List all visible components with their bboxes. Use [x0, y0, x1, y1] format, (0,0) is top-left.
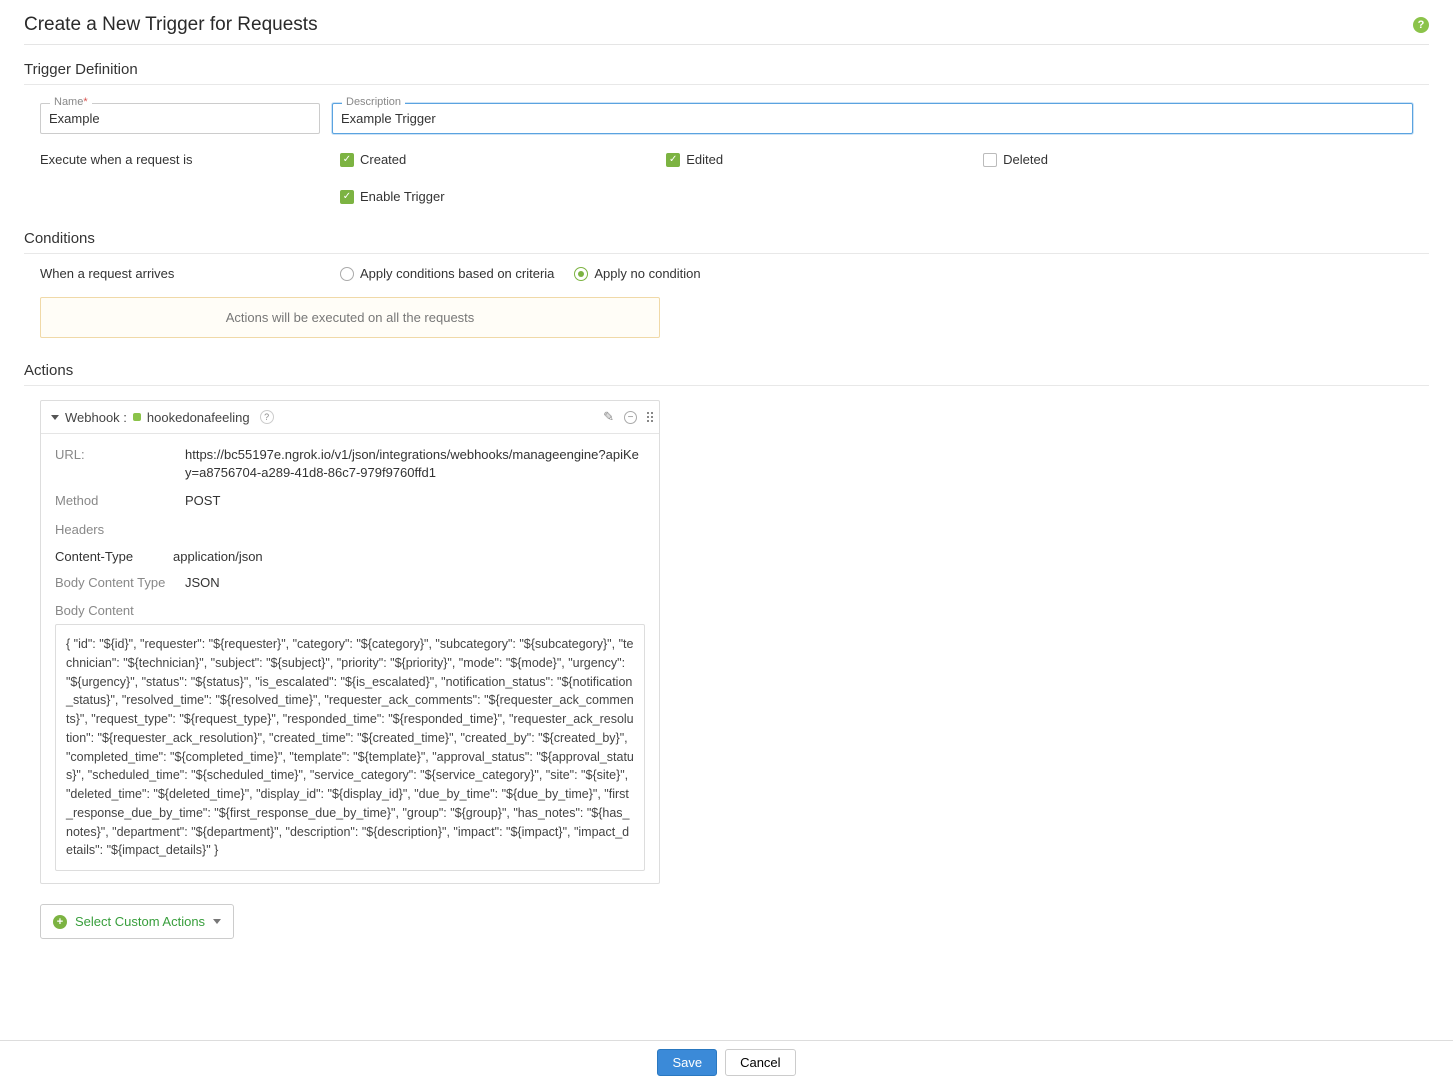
checkbox-edited[interactable]: Edited	[666, 152, 723, 167]
body-content-type-label: Body Content Type	[55, 574, 185, 592]
conditions-banner: Actions will be executed on all the requ…	[40, 297, 660, 338]
section-definition-title: Trigger Definition	[24, 45, 1429, 85]
webhook-name: hookedonafeeling	[147, 410, 250, 425]
headers-label: Headers	[55, 521, 185, 539]
cancel-button[interactable]: Cancel	[725, 1049, 795, 1076]
check-icon	[340, 153, 354, 167]
radio-apply-no-condition[interactable]: Apply no condition	[574, 266, 700, 281]
method-value: POST	[185, 492, 220, 510]
action-card: Webhook : hookedonafeeling ? ✎ − URL: ht…	[40, 400, 660, 884]
plus-icon: +	[53, 915, 67, 929]
description-label: Description	[342, 96, 405, 108]
drag-handle-icon[interactable]	[647, 412, 649, 422]
section-conditions-title: Conditions	[24, 204, 1429, 254]
url-value: https://bc55197e.ngrok.io/v1/json/integr…	[185, 446, 645, 482]
radio-icon	[574, 267, 588, 281]
edit-icon[interactable]: ✎	[603, 409, 614, 425]
chevron-down-icon	[213, 919, 221, 924]
remove-icon[interactable]: −	[624, 411, 637, 424]
select-custom-actions-button[interactable]: + Select Custom Actions	[40, 904, 234, 939]
name-label: Name*	[50, 96, 92, 108]
checkbox-created[interactable]: Created	[340, 152, 406, 167]
method-label: Method	[55, 492, 185, 510]
radio-icon	[340, 267, 354, 281]
check-icon	[983, 153, 997, 167]
execute-when-label: Execute when a request is	[40, 152, 340, 167]
check-icon	[340, 190, 354, 204]
section-actions-title: Actions	[24, 338, 1429, 386]
url-label: URL:	[55, 446, 185, 482]
status-dot-icon	[133, 413, 141, 421]
checkbox-deleted[interactable]: Deleted	[983, 152, 1048, 167]
description-input[interactable]	[332, 103, 1413, 134]
webhook-label: Webhook :	[65, 410, 127, 425]
body-content-type-value: JSON	[185, 574, 220, 592]
checkbox-enable-trigger[interactable]: Enable Trigger	[340, 189, 445, 204]
save-button[interactable]: Save	[657, 1049, 717, 1076]
radio-apply-criteria[interactable]: Apply conditions based on criteria	[340, 266, 554, 281]
page-title: Create a New Trigger for Requests	[24, 14, 318, 36]
body-content-label: Body Content	[55, 602, 185, 620]
when-request-arrives-label: When a request arrives	[40, 266, 340, 281]
question-icon[interactable]: ?	[260, 410, 274, 424]
header-value: application/json	[173, 549, 263, 564]
help-icon[interactable]: ?	[1413, 17, 1429, 33]
body-content-value: { "id": "${id}", "requester": "${request…	[55, 624, 645, 871]
check-icon	[666, 153, 680, 167]
header-key: Content-Type	[55, 549, 133, 564]
footer-bar: Save Cancel	[0, 1040, 1453, 1084]
chevron-down-icon[interactable]	[51, 415, 59, 420]
